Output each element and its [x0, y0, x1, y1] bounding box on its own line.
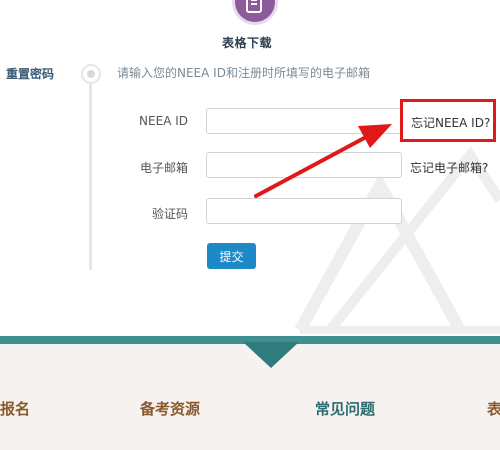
divider-arrow — [243, 342, 299, 368]
nav-forms[interactable]: 表 — [487, 398, 500, 419]
nav-registration[interactable]: 报名 — [0, 398, 30, 419]
nav-prep-resources[interactable]: 备考资源 — [140, 398, 200, 419]
nav-faq[interactable]: 常见问题 — [315, 398, 375, 419]
annotation-arrow — [254, 124, 392, 198]
